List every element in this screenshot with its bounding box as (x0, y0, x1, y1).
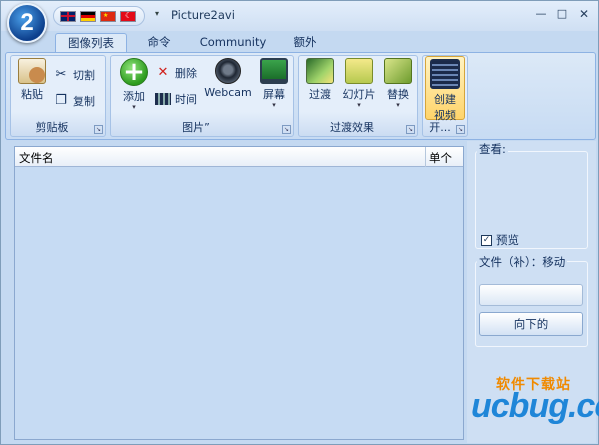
group-label-clipboard: 剪贴板 (35, 121, 69, 134)
view-label: 查看: (477, 141, 508, 157)
transition-icon (306, 58, 334, 84)
app-window: ▾ Picture2avi — □ ✕ 2 图像列表 命令 Community … (0, 0, 599, 445)
slideshow-icon (345, 58, 373, 84)
replace-dropdown-icon: ▾ (396, 101, 400, 109)
german-flag-icon[interactable] (80, 10, 96, 22)
webcam-button[interactable]: Webcam (203, 58, 253, 99)
move-down-button[interactable]: 向下的 (479, 312, 583, 336)
transition-button[interactable]: 过渡 (303, 58, 337, 102)
group-transitions: 过渡 幻灯片 ▾ 替换 ▾ 过渡效果 ↘ (298, 55, 418, 137)
replace-label: 替换 (387, 88, 409, 101)
column-divider[interactable] (425, 147, 426, 167)
delete-icon: ✕ (157, 65, 169, 80)
quick-access-toolbar (53, 6, 145, 26)
group-label-transitions: 过渡效果 (330, 121, 374, 134)
preview-checkbox[interactable]: ✓ (481, 234, 492, 246)
watermark-logo: ucbug.cc (471, 387, 599, 425)
webcam-label: Webcam (204, 86, 252, 99)
turkish-flag-icon[interactable] (120, 10, 136, 22)
pictures-dialog-launcher-icon[interactable]: ↘ (282, 125, 291, 134)
transition-label: 过渡 (309, 88, 331, 101)
film-strip-icon (430, 59, 460, 89)
title-bar: ▾ Picture2avi — □ ✕ (1, 1, 598, 31)
paste-button[interactable]: 粘贴 (15, 58, 49, 102)
application-menu-button[interactable]: 2 (7, 3, 47, 43)
close-button[interactable]: ✕ (576, 7, 592, 21)
file-list[interactable]: 文件名 单个 (14, 146, 464, 440)
monitor-icon (260, 58, 288, 84)
create-video-content: 创建 视频 (429, 59, 461, 123)
tab-community[interactable]: Community (193, 33, 273, 53)
create-video-button[interactable]: 创建 视频 (425, 56, 465, 123)
replace-button[interactable]: 替换 ▾ (381, 58, 415, 109)
minimize-button[interactable]: — (533, 7, 549, 21)
delete-button[interactable]: ✕ 删除 (155, 64, 197, 82)
maximize-button[interactable]: □ (554, 7, 570, 21)
app-logo-glyph: 2 (20, 9, 34, 36)
preview-label: 预览 (496, 233, 519, 247)
transitions-dialog-launcher-icon[interactable]: ↘ (406, 125, 415, 134)
screen-label: 屏幕 (263, 88, 285, 101)
file-move-input[interactable] (479, 284, 583, 306)
slideshow-label: 幻灯片 (342, 88, 376, 101)
tab-commands[interactable]: 命令 (135, 33, 183, 53)
add-icon: + (120, 58, 148, 86)
customize-toolbar-dropdown-icon[interactable]: ▾ (155, 9, 159, 18)
copy-button[interactable]: ❐ 复制 (53, 92, 95, 110)
paste-label: 粘贴 (21, 88, 43, 101)
tab-image-list[interactable]: 图像列表 (55, 33, 127, 53)
create-video-label-2: 视频 (434, 109, 456, 122)
paste-icon (18, 58, 46, 84)
screen-button[interactable]: 屏幕 ▾ (257, 58, 291, 109)
slideshow-dropdown-icon: ▾ (357, 101, 361, 109)
delete-label: 删除 (175, 67, 197, 80)
webcam-icon (215, 58, 241, 84)
group-label-pictures: 图片” (182, 121, 210, 134)
copy-label: 复制 (73, 95, 95, 108)
cut-button[interactable]: ✂ 切割 (53, 66, 95, 84)
file-list-header: 文件名 单个 (15, 147, 463, 167)
slideshow-button[interactable]: 幻灯片 ▾ (339, 58, 379, 109)
cut-label: 切割 (73, 69, 95, 82)
window-title: Picture2avi (171, 8, 235, 22)
ribbon-tabs: 图像列表 命令 Community 额外 (1, 31, 598, 53)
group-label-start: 开... (429, 121, 451, 134)
column-header-single[interactable]: 单个 (429, 150, 452, 166)
create-video-label-1: 创建 (434, 93, 456, 106)
ribbon: 粘贴 ✂ 切割 ❐ 复制 剪贴板 ↘ + 添加 ▾ ✕ 删除 时间 Webcam… (5, 52, 596, 140)
add-button[interactable]: + 添加 ▾ (117, 58, 151, 111)
film-icon (155, 93, 171, 105)
time-button[interactable]: 时间 (155, 90, 197, 108)
clipboard-dialog-launcher-icon[interactable]: ↘ (94, 125, 103, 134)
start-dialog-launcher-icon[interactable]: ↘ (456, 125, 465, 134)
copy-icon: ❐ (55, 93, 67, 108)
english-flag-icon[interactable] (60, 10, 76, 22)
chinese-flag-icon[interactable] (100, 10, 116, 22)
scissors-icon: ✂ (55, 67, 67, 82)
group-clipboard: 粘贴 ✂ 切割 ❐ 复制 剪贴板 ↘ (10, 55, 106, 137)
group-pictures: + 添加 ▾ ✕ 删除 时间 Webcam 屏幕 ▾ 图片” ↘ (110, 55, 294, 137)
file-move-label: 文件（补）：移动 (477, 254, 568, 270)
tab-extras[interactable]: 额外 (283, 33, 327, 53)
column-header-filename[interactable]: 文件名 (19, 150, 54, 166)
screen-dropdown-icon: ▾ (272, 101, 276, 109)
preview-checkbox-row[interactable]: ✓ 预览 (481, 232, 519, 248)
add-label: 添加 (123, 90, 145, 103)
add-dropdown-icon: ▾ (132, 103, 136, 111)
replace-icon (384, 58, 412, 84)
time-label: 时间 (175, 93, 197, 106)
